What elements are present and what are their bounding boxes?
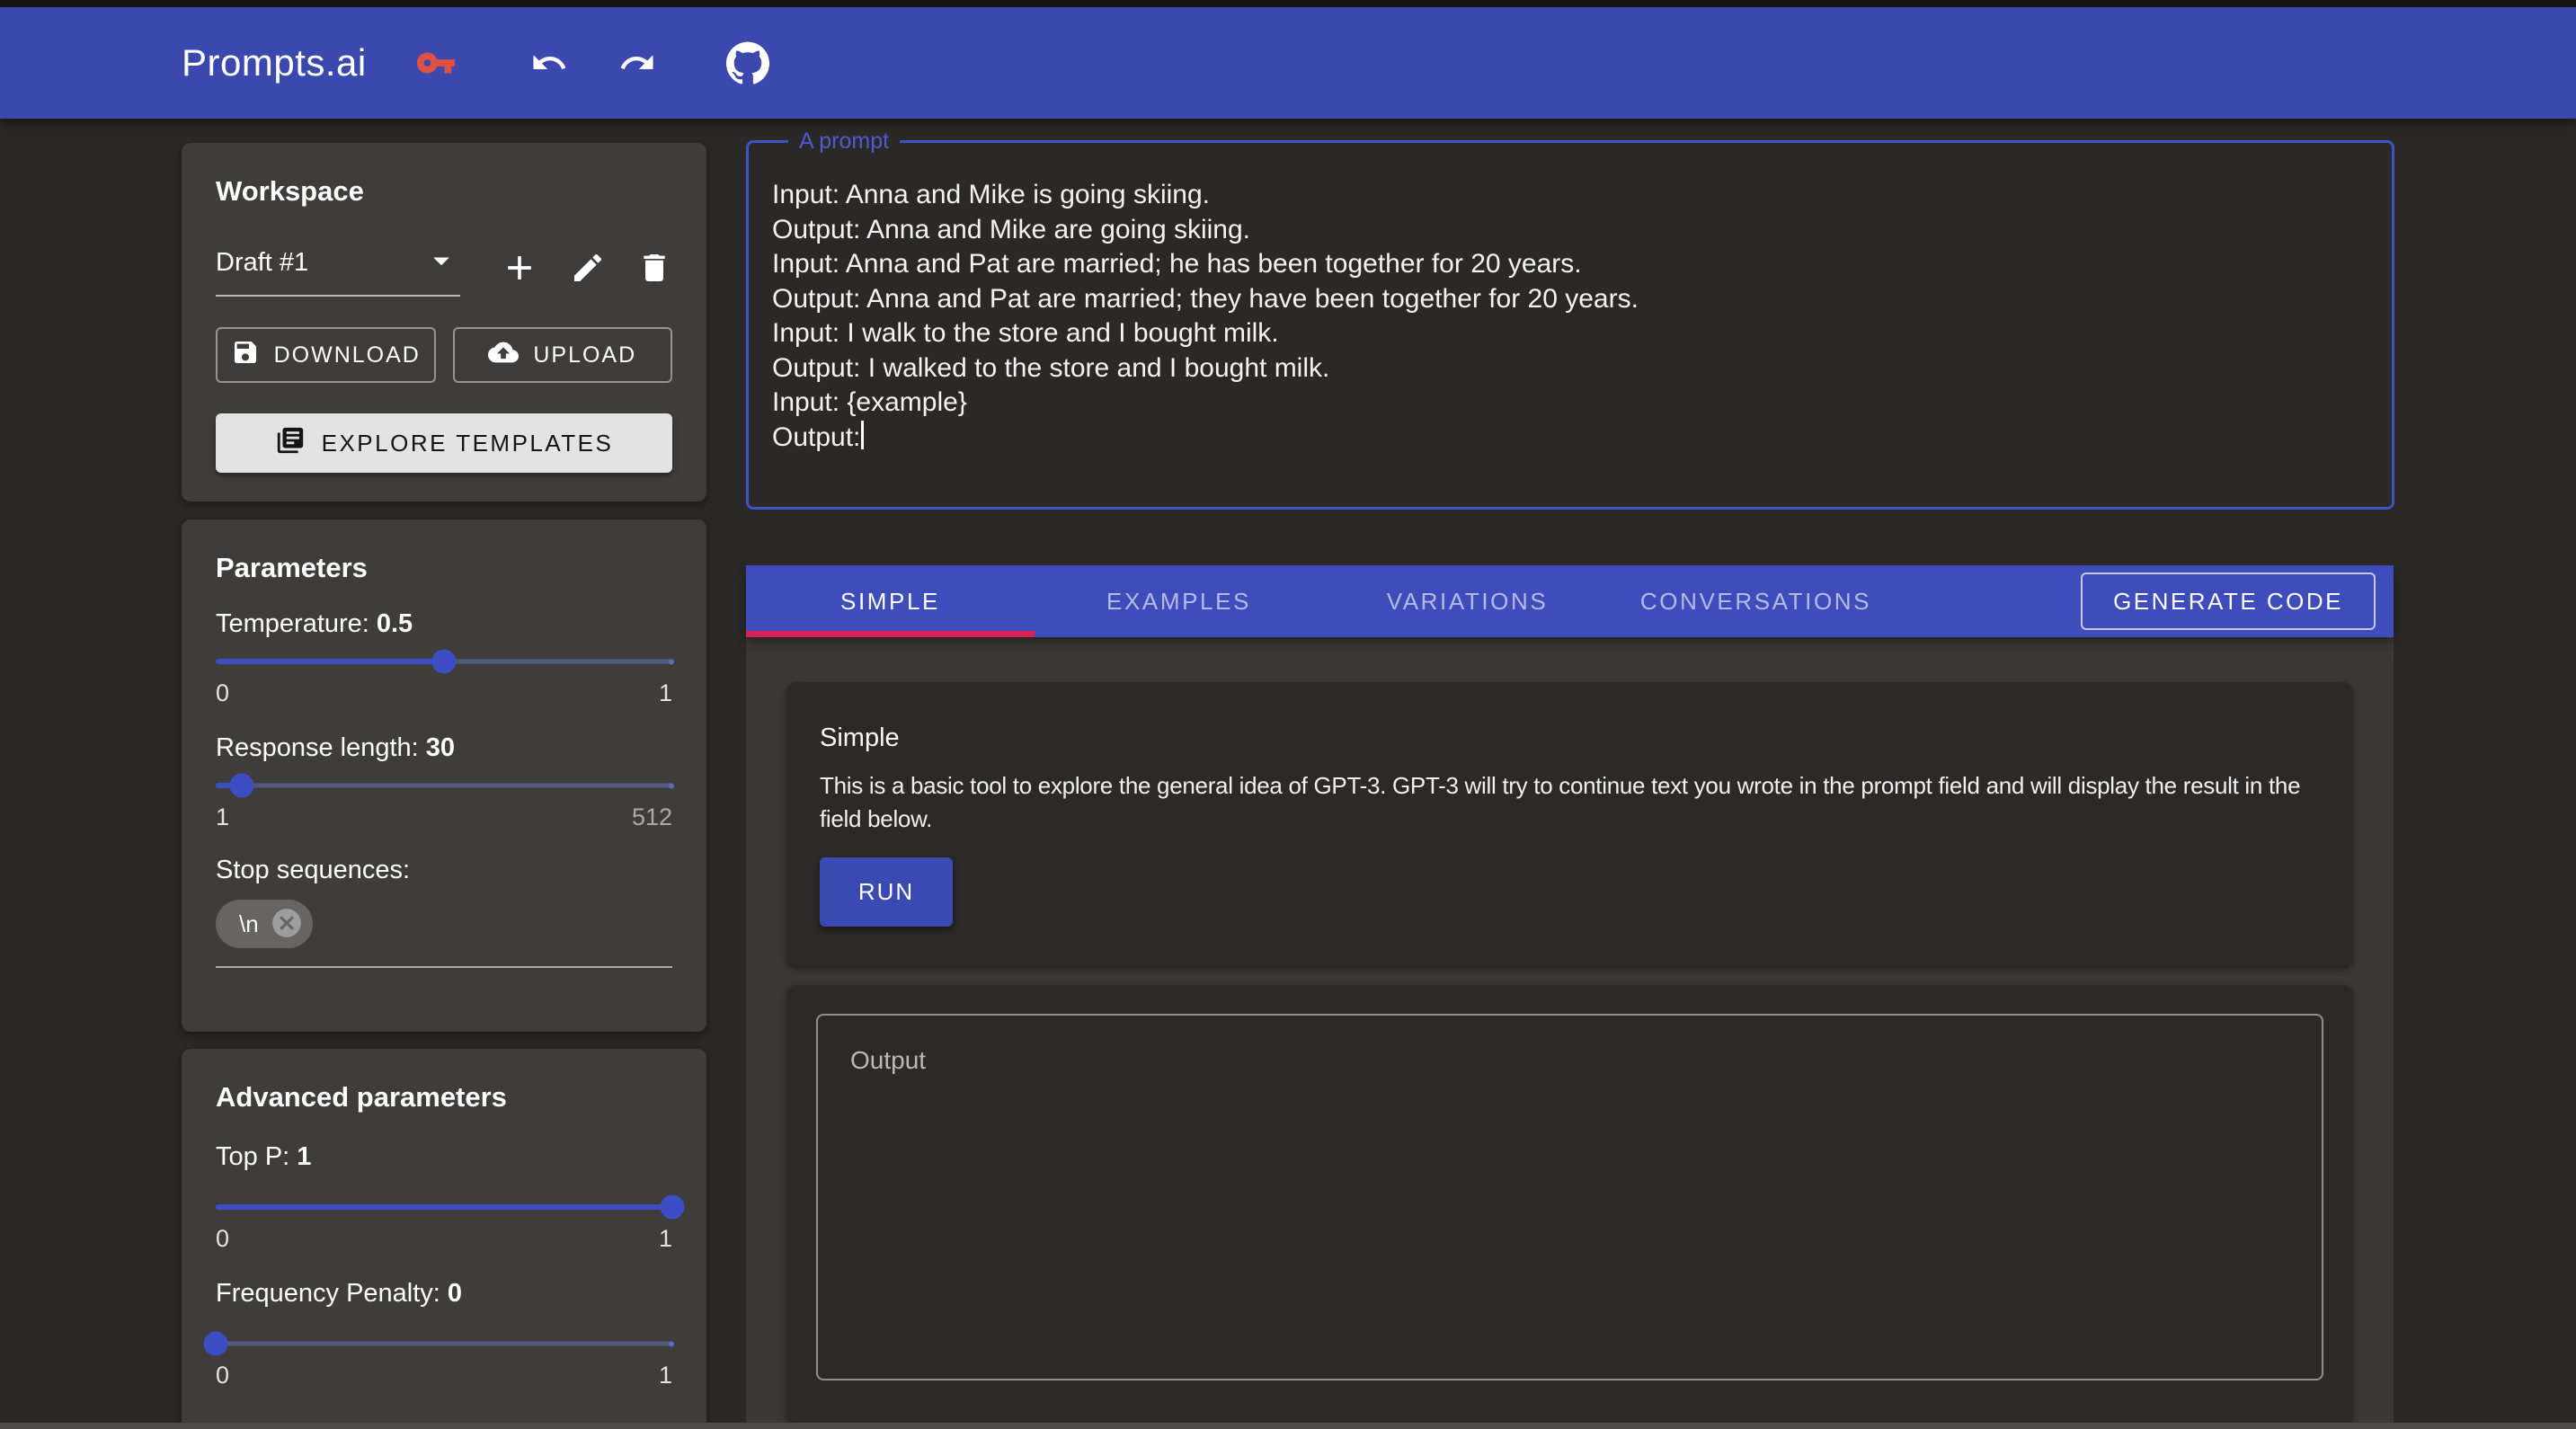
rename-workspace-button[interactable] xyxy=(570,250,606,288)
top-p-slider[interactable] xyxy=(216,1194,672,1220)
slider-rail xyxy=(216,1342,672,1346)
stop-sequence-chip: \n xyxy=(216,900,313,948)
prompts-ai-app: Prompts.ai Workspace Draft #1 xyxy=(0,0,2576,1429)
add-workspace-button[interactable] xyxy=(500,248,539,290)
advanced-parameters-panel: Advanced parameters Top P:1 01 Frequency… xyxy=(182,1049,706,1429)
top-p-label: Top P:1 xyxy=(216,1141,672,1173)
frequency-penalty-slider[interactable] xyxy=(216,1331,672,1356)
advanced-parameters-heading: Advanced parameters xyxy=(216,1081,672,1114)
github-icon xyxy=(726,41,769,84)
window-top-edge xyxy=(0,0,2576,7)
draft-select-value: Draft #1 xyxy=(216,248,308,278)
temperature-range-labels: 01 xyxy=(216,678,672,708)
github-link[interactable] xyxy=(726,41,769,84)
parameters-panel: Parameters Temperature:0.5 01 Response l… xyxy=(182,519,706,1032)
temperature-slider[interactable] xyxy=(216,649,672,674)
tab-conversations[interactable]: CONVERSATIONS xyxy=(1612,565,1900,637)
run-button[interactable]: RUN xyxy=(820,857,953,927)
key-icon xyxy=(415,42,457,84)
frequency-penalty-label: Frequency Penalty:0 xyxy=(216,1277,672,1309)
simple-card-heading: Simple xyxy=(820,723,2320,753)
response-length-slider[interactable] xyxy=(216,773,672,798)
tab-examples[interactable]: EXAMPLES xyxy=(1035,565,1323,637)
temperature-slider-thumb[interactable] xyxy=(432,650,457,674)
draft-select[interactable]: Draft #1 xyxy=(216,242,460,297)
frequency-penalty-range-labels: 01 xyxy=(216,1360,672,1390)
app-bar: Prompts.ai xyxy=(0,7,2576,119)
save-icon xyxy=(231,338,260,373)
chevron-down-icon xyxy=(422,242,460,284)
top-p-slider-thumb[interactable] xyxy=(661,1195,685,1220)
api-key-button[interactable] xyxy=(415,42,457,84)
response-length-slider-thumb[interactable] xyxy=(229,774,253,798)
stop-sequences-input[interactable]: \n xyxy=(216,900,672,968)
slider-rail xyxy=(216,784,672,788)
upload-button[interactable]: UPLOAD xyxy=(453,327,673,383)
stop-sequences-label: Stop sequences: xyxy=(216,856,672,885)
undo-icon xyxy=(530,44,568,82)
download-label: DOWNLOAD xyxy=(274,342,421,368)
explore-templates-button[interactable]: EXPLORE TEMPLATES xyxy=(216,413,672,473)
mode-tab-bar: SIMPLE EXAMPLES VARIATIONS CONVERSATIONS… xyxy=(746,565,2394,637)
simple-tab-panel: Simple This is a basic tool to explore t… xyxy=(746,637,2394,1429)
horizontal-scrollbar[interactable] xyxy=(0,1423,2576,1429)
slider-fill xyxy=(216,1204,672,1210)
slider-fill xyxy=(216,659,444,664)
redo-icon xyxy=(618,44,656,82)
prompt-field-label: A prompt xyxy=(788,129,900,155)
parameters-heading: Parameters xyxy=(216,552,672,584)
simple-card: Simple This is a basic tool to explore t… xyxy=(787,682,2352,966)
chip-remove-button[interactable] xyxy=(270,906,304,943)
response-length-range-labels: 1512 xyxy=(216,802,672,832)
top-p-range-labels: 01 xyxy=(216,1223,672,1254)
redo-button[interactable] xyxy=(618,44,656,82)
explore-templates-label: EXPLORE TEMPLATES xyxy=(322,430,614,457)
app-title: Prompts.ai xyxy=(182,41,367,84)
workspace-heading: Workspace xyxy=(216,175,672,208)
workspace-panel: Workspace Draft #1 xyxy=(182,143,706,501)
close-circle-icon xyxy=(270,906,304,943)
delete-workspace-button[interactable] xyxy=(636,250,672,288)
temperature-label: Temperature:0.5 xyxy=(216,608,672,640)
response-length-label: Response length:30 xyxy=(216,732,672,764)
tab-simple[interactable]: SIMPLE xyxy=(746,565,1035,637)
text-cursor xyxy=(861,421,864,449)
simple-card-description: This is a basic tool to explore the gene… xyxy=(820,769,2320,836)
generate-code-button[interactable]: GENERATE CODE xyxy=(2081,572,2376,630)
draft-select-row: Draft #1 xyxy=(216,242,672,297)
cloud-upload-icon xyxy=(488,337,519,374)
chip-label: \n xyxy=(239,910,259,938)
download-button[interactable]: DOWNLOAD xyxy=(216,327,436,383)
output-field-label: Output xyxy=(850,1046,926,1075)
upload-label: UPLOAD xyxy=(533,342,636,368)
undo-button[interactable] xyxy=(530,44,568,82)
workspace-io-row: DOWNLOAD UPLOAD xyxy=(216,327,672,383)
tab-variations[interactable]: VARIATIONS xyxy=(1323,565,1612,637)
prompt-text[interactable]: Input: Anna and Mike is going skiing. Ou… xyxy=(772,180,1639,452)
frequency-penalty-slider-thumb[interactable] xyxy=(204,1332,228,1356)
output-card: Output xyxy=(787,985,2352,1423)
plus-icon xyxy=(500,248,539,290)
trash-icon xyxy=(636,250,672,288)
prompt-field[interactable]: A prompt Input: Anna and Mike is going s… xyxy=(746,129,2394,510)
library-icon xyxy=(275,425,306,462)
pencil-icon xyxy=(570,250,606,288)
output-field[interactable]: Output xyxy=(816,1014,2323,1380)
